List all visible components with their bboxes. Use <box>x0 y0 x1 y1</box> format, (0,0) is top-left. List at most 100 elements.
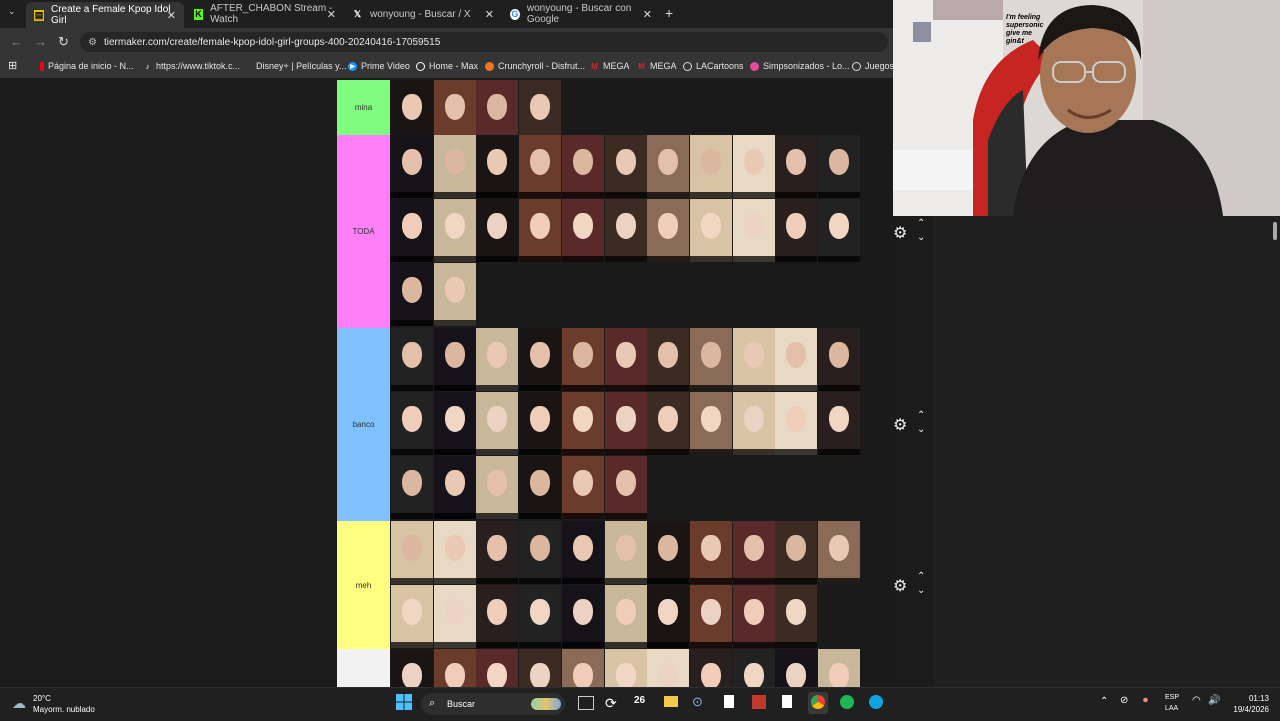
weather-temp[interactable]: 20°C <box>33 694 51 703</box>
idol-tile[interactable] <box>775 199 818 262</box>
idol-tile[interactable] <box>818 521 860 584</box>
idol-tile[interactable] <box>775 135 818 198</box>
notes-icon[interactable] <box>782 695 792 708</box>
tier-label[interactable] <box>337 649 390 687</box>
weather-icon[interactable]: ☁ <box>12 695 26 712</box>
idol-tile[interactable] <box>519 521 562 584</box>
idol-tile[interactable] <box>647 392 690 455</box>
idol-tile[interactable] <box>689 328 732 391</box>
reload-icon[interactable]: ↻ <box>58 34 69 50</box>
close-icon[interactable]: ✕ <box>643 8 652 21</box>
idol-tile[interactable] <box>689 392 732 455</box>
idol-tile[interactable] <box>433 456 476 519</box>
idol-tile[interactable] <box>476 80 519 143</box>
idol-tile[interactable] <box>604 328 647 391</box>
clock-date[interactable]: 19/4/2026 <box>1229 705 1269 714</box>
bookmark-netflix[interactable]: Página de inicio - N... <box>40 61 134 71</box>
idol-tile[interactable] <box>433 328 476 391</box>
close-icon[interactable]: ✕ <box>327 8 336 21</box>
idol-tile[interactable] <box>732 328 775 391</box>
idol-tile[interactable] <box>732 585 775 648</box>
idol-tile[interactable] <box>561 585 604 648</box>
chevron-down-icon[interactable]: ⌄ <box>917 232 925 243</box>
tab-x[interactable]: 𝕏 wonyoung - Buscar / X ✕ <box>344 3 502 25</box>
idol-tile[interactable] <box>561 521 604 584</box>
idol-tile[interactable] <box>433 199 476 262</box>
idol-tile[interactable] <box>476 585 519 648</box>
language-code[interactable]: ESP <box>1165 694 1179 701</box>
steam-icon[interactable]: ⊙ <box>692 694 703 710</box>
idol-tile[interactable] <box>391 521 433 584</box>
close-icon[interactable]: ✕ <box>167 9 176 22</box>
bookmark-simpsonizados[interactable]: Simpsonizados - Lo... <box>750 61 850 71</box>
idol-tile[interactable] <box>519 135 562 198</box>
idol-tile[interactable] <box>391 80 433 143</box>
idol-tile[interactable] <box>604 135 647 198</box>
tab-tiermaker[interactable]: ▤ Create a Female Kpop Idol Girl ✕ <box>26 2 184 28</box>
idol-tile[interactable] <box>604 585 647 648</box>
idol-tile[interactable] <box>775 649 818 687</box>
bookmark-juegos[interactable]: Juegos <box>852 61 894 71</box>
bookmark-crunchyroll[interactable]: Crunchyroll - Disfrut... <box>485 61 585 71</box>
edge-icon[interactable] <box>869 695 883 709</box>
idol-tile[interactable] <box>818 135 860 198</box>
idol-tile[interactable] <box>732 199 775 262</box>
idol-tile[interactable] <box>775 585 818 648</box>
idol-tile[interactable] <box>433 585 476 648</box>
tab-search-chevron-icon[interactable]: ⌄ <box>8 6 16 17</box>
tray-app-icon[interactable]: ⊘ <box>1120 695 1128 706</box>
idol-tile[interactable] <box>818 649 860 687</box>
site-info-icon[interactable]: ⚙ <box>88 37 97 48</box>
idol-tile[interactable] <box>476 199 519 262</box>
weather-desc[interactable]: Mayorm. nublado <box>33 705 95 714</box>
chevron-up-icon[interactable]: ⌃ <box>917 410 925 421</box>
clock-time[interactable]: 01:13 <box>1229 694 1269 703</box>
idol-tile[interactable] <box>476 456 519 519</box>
idol-tile[interactable] <box>604 456 647 519</box>
idol-tile[interactable] <box>775 521 818 584</box>
tab-kick[interactable]: K AFTER_CHABON Stream - Watch ✕ <box>186 3 344 25</box>
chevron-up-icon[interactable]: ⌃ <box>917 571 925 582</box>
windows-start-icon[interactable] <box>396 694 412 710</box>
bookmark-disney[interactable]: Disney+ | Películas y... <box>246 61 346 71</box>
idol-tile[interactable] <box>689 135 732 198</box>
idol-tile[interactable] <box>519 392 562 455</box>
idol-tile[interactable] <box>775 328 818 391</box>
idol-tile[interactable] <box>689 521 732 584</box>
idol-tile[interactable] <box>604 199 647 262</box>
idol-tile[interactable] <box>391 456 433 519</box>
tier-label[interactable]: TODA <box>337 135 390 328</box>
idol-tile[interactable] <box>476 135 519 198</box>
idol-tile[interactable] <box>818 392 860 455</box>
idol-tile[interactable] <box>433 135 476 198</box>
idol-tile[interactable] <box>647 135 690 198</box>
scrollbar-thumb[interactable] <box>1273 222 1277 240</box>
wifi-icon[interactable]: ◠ <box>1192 695 1201 706</box>
taskbar-search-box[interactable]: ⌕ Buscar <box>421 693 565 715</box>
gear-icon[interactable]: ⚙ <box>893 223 907 243</box>
idol-tile[interactable] <box>519 328 562 391</box>
file-explorer-icon[interactable] <box>664 696 678 707</box>
document-icon[interactable] <box>724 695 734 708</box>
game-app-icon[interactable] <box>752 695 766 709</box>
idol-tile[interactable] <box>689 585 732 648</box>
idol-tile[interactable] <box>476 392 519 455</box>
copilot-icon[interactable]: ⟳ <box>605 695 617 712</box>
bookmark-lacartoons[interactable]: LACartoons <box>683 61 744 71</box>
idol-tile[interactable] <box>433 521 476 584</box>
idol-tile[interactable] <box>519 649 562 687</box>
idol-tile[interactable] <box>689 649 732 687</box>
idol-tile[interactable] <box>732 521 775 584</box>
task-view-icon[interactable] <box>578 696 594 710</box>
idol-tile[interactable] <box>604 649 647 687</box>
idol-tile[interactable] <box>818 328 860 391</box>
idol-tile[interactable] <box>647 521 690 584</box>
idol-tile[interactable] <box>689 199 732 262</box>
gear-icon[interactable]: ⚙ <box>893 415 907 435</box>
new-tab-plus-icon[interactable]: + <box>665 5 673 21</box>
idol-tile[interactable] <box>391 328 433 391</box>
tray-chevron-up-icon[interactable]: ⌃ <box>1100 696 1108 707</box>
bookmark-prime[interactable]: ▶ Prime Video <box>348 61 410 71</box>
tier-label[interactable]: meh <box>337 521 390 649</box>
idol-tile[interactable] <box>476 521 519 584</box>
